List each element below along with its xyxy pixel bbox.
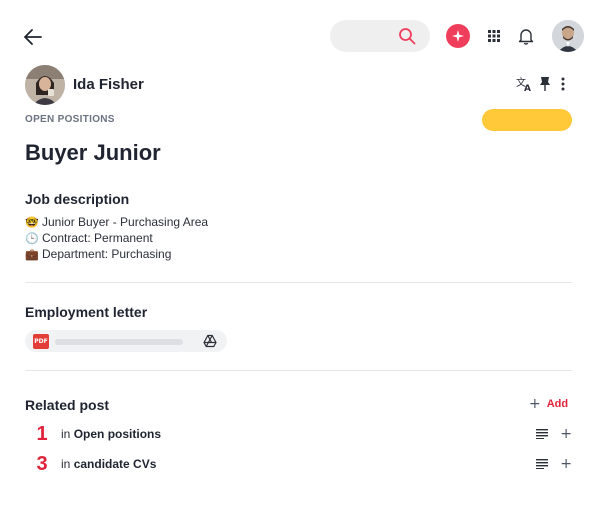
job-description-heading: Job description [25,191,130,207]
related-prefix: in [61,427,71,441]
back-button[interactable] [20,24,46,50]
author-name[interactable]: Ida Fisher [73,76,144,93]
avatar [552,20,584,52]
page-title: Buyer Junior [25,140,161,165]
plus-icon[interactable]: + [560,456,572,472]
related-post-heading: Related post [25,397,110,413]
description-line: 💼 Department: Purchasing [25,246,208,262]
add-related-button[interactable]: + Add [529,396,568,412]
plus-icon[interactable]: + [560,426,572,442]
pdf-icon: PDF [33,334,49,349]
list-item[interactable]: 1 in Open positions + [34,422,572,445]
post-category[interactable]: OPEN POSITIONS [25,114,115,125]
file-name [55,339,183,345]
related-prefix: in [61,457,71,471]
divider [25,282,572,283]
list-item[interactable]: 3 in candidate CVs + [34,452,572,475]
bell-icon[interactable] [518,27,534,45]
more-options-icon[interactable] [558,76,568,92]
list-icon[interactable] [536,459,549,469]
avatar [25,65,65,105]
author-avatar[interactable] [25,65,65,105]
ai-assistant-button[interactable] [446,24,470,48]
divider [25,370,572,371]
search-input[interactable] [330,20,430,52]
search-icon[interactable] [398,27,416,45]
description-text: Department: Purchasing [42,247,172,261]
pin-icon[interactable] [538,76,552,92]
apps-grid-icon[interactable] [486,28,502,44]
clock-icon: 🕒 [25,231,39,245]
related-text: in Open positions [61,427,161,441]
description-line: 🤓 Junior Buyer - Purchasing Area [25,214,208,230]
related-text: in candidate CVs [61,457,156,471]
sparkle-icon [452,30,464,42]
list-icon[interactable] [536,429,549,439]
description-line: 🕒 Contract: Permanent [25,230,208,246]
user-avatar[interactable] [552,20,584,52]
google-drive-icon[interactable] [203,334,217,348]
related-target[interactable]: candidate CVs [74,457,157,471]
plus-icon: + [529,396,541,412]
arrow-left-icon [24,29,42,45]
translate-icon[interactable]: 文 A [516,76,532,92]
svg-text:A: A [524,84,531,92]
related-count: 3 [36,452,48,475]
job-description-body: 🤓 Junior Buyer - Purchasing Area 🕒 Contr… [25,214,208,262]
description-text: Junior Buyer - Purchasing Area [42,215,209,229]
briefcase-icon: 💼 [25,247,39,261]
attachment-file[interactable]: PDF [25,330,227,352]
related-count: 1 [36,422,48,445]
add-label: Add [546,398,569,410]
employment-letter-heading: Employment letter [25,304,148,320]
nerd-face-icon: 🤓 [25,215,39,229]
description-text: Contract: Permanent [42,231,153,245]
status-badge[interactable] [482,109,572,131]
related-target[interactable]: Open positions [74,427,161,441]
